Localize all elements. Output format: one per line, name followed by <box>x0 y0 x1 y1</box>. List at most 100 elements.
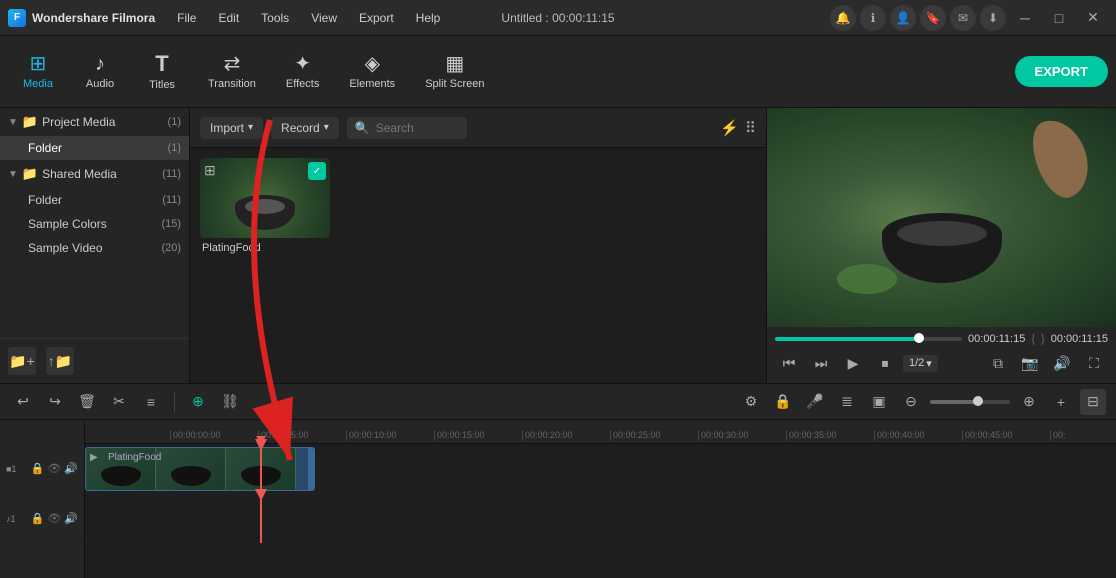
zoom-in-button[interactable]: ⊕ <box>1016 389 1042 415</box>
speaker-audio-icon[interactable]: 🔊 <box>64 512 78 525</box>
volume-button[interactable]: 🔊 <box>1048 349 1076 377</box>
menu-help[interactable]: Help <box>406 7 451 29</box>
media-toolbar: Import ▾ Record ▾ 🔍 ⚡ ⠿ <box>190 108 766 148</box>
video-clip-platingfood[interactable]: ▶ PlatingFood <box>85 447 315 491</box>
menu-file[interactable]: File <box>167 7 206 29</box>
step-back-button[interactable]: ⏭ <box>807 349 835 377</box>
ripple-button[interactable]: ⚙ <box>738 389 764 415</box>
zoom-thumb[interactable] <box>973 396 983 406</box>
clip-end-marker[interactable] <box>308 448 314 490</box>
import-label: Import <box>210 121 244 135</box>
audio-settings-button[interactable]: ≡ <box>138 389 164 415</box>
menu-view[interactable]: View <box>301 7 347 29</box>
effects-icon: ✦ <box>294 54 311 74</box>
undo-button[interactable]: ↩ <box>10 389 36 415</box>
search-box[interactable]: 🔍 <box>347 117 467 139</box>
record-arrow-icon: ▾ <box>324 122 329 133</box>
playhead[interactable] <box>260 444 262 493</box>
speed-value: 1/2 <box>909 357 924 369</box>
export-button[interactable]: EXPORT <box>1015 56 1108 87</box>
tab-media[interactable]: ⊞ Media <box>8 48 68 96</box>
preview-greens <box>837 264 897 294</box>
close-button[interactable]: ✕ <box>1078 4 1108 32</box>
minimize-button[interactable]: ─ <box>1010 4 1040 32</box>
menu-export[interactable]: Export <box>349 7 404 29</box>
progress-thumb[interactable] <box>914 333 924 343</box>
menu-tools[interactable]: Tools <box>251 7 299 29</box>
mic-button[interactable]: 🎤 <box>802 389 828 415</box>
lock-audio-icon[interactable]: 🔒 <box>31 512 45 525</box>
timeline-content: ■1 🔒 👁 🔊 ♪1 🔒 👁 🔊 00:00:00 <box>0 420 1116 578</box>
media-item-platingfood[interactable]: ⊞ ✓ PlatingFood <box>200 158 340 254</box>
link-button[interactable]: ⛓ <box>217 389 243 415</box>
panel-resize-button[interactable]: ⊟ <box>1080 389 1106 415</box>
sidebar-section-shared-media[interactable]: ▼ 📁 Shared Media (11) <box>0 160 189 188</box>
zoom-out-button[interactable]: ⊖ <box>898 389 924 415</box>
user-icon[interactable]: 👤 <box>890 5 916 31</box>
bookmark-icon[interactable]: 🔖 <box>920 5 946 31</box>
stop-button[interactable]: ⏹ <box>871 349 899 377</box>
folder-icon: 📁 <box>22 114 38 130</box>
media-panel: Import ▾ Record ▾ 🔍 ⚡ ⠿ <box>190 108 766 383</box>
download-icon[interactable]: ⬇ <box>980 5 1006 31</box>
grid-icon[interactable]: ⠿ <box>745 119 756 137</box>
pip-button[interactable]: ⧉ <box>984 349 1012 377</box>
fullscreen-button[interactable]: ⛶ <box>1080 349 1108 377</box>
tab-effects[interactable]: ✦ Effects <box>272 48 333 96</box>
zoom-track[interactable] <box>930 400 1010 404</box>
progress-track[interactable] <box>775 337 962 341</box>
clip-frame-2 <box>156 448 226 490</box>
track-area: 00:00:00:00 00:00:05:00 00:00:10:00 00:0… <box>85 420 1116 578</box>
redo-button[interactable]: ↪ <box>42 389 68 415</box>
tab-splitscreen-label: Split Screen <box>425 78 484 90</box>
add-track-button[interactable]: + <box>1048 389 1074 415</box>
magnet-button[interactable]: ⊕ <box>185 389 211 415</box>
play-button[interactable]: ▶ <box>839 349 867 377</box>
snapshot-button[interactable]: 📷 <box>1016 349 1044 377</box>
shared-folder-count: (11) <box>162 194 181 206</box>
speaker-track-icon[interactable]: 🔊 <box>64 462 78 475</box>
notification-icon[interactable]: 🔔 <box>830 5 856 31</box>
caption-button[interactable]: ≣ <box>834 389 860 415</box>
tab-audio[interactable]: ♪ Audio <box>70 48 130 96</box>
media-icon: ⊞ <box>30 54 47 74</box>
record-dropdown[interactable]: Record ▾ <box>271 117 339 139</box>
new-folder-button[interactable]: 📁+ <box>8 347 36 375</box>
bracket-end: } <box>1041 333 1045 345</box>
progress-fill <box>775 337 919 341</box>
delete-button[interactable]: 🗑 <box>74 389 100 415</box>
info-icon[interactable]: ℹ <box>860 5 886 31</box>
tab-transition[interactable]: ⇄ Transition <box>194 48 270 96</box>
lock-button[interactable]: 🔒 <box>770 389 796 415</box>
sidebar-item-folder[interactable]: Folder (1) <box>0 136 189 160</box>
preview-buttons: ⏮ ⏭ ▶ ⏹ 1/2 ▾ ⧉ 📷 🔊 ⛶ <box>775 349 1108 377</box>
main-area: ▼ 📁 Project Media (1) Folder (1) ▼ 📁 Sha… <box>0 108 1116 383</box>
search-input[interactable] <box>376 121 456 135</box>
sidebar-item-sample-video[interactable]: Sample Video (20) <box>0 236 189 260</box>
check-overlay: ✓ <box>308 162 326 180</box>
cut-button[interactable]: ✂ <box>106 389 132 415</box>
maximize-button[interactable]: □ <box>1044 4 1074 32</box>
menu-bar: File Edit Tools View Export Help <box>167 7 830 29</box>
lock-track-icon[interactable]: 🔒 <box>31 462 45 475</box>
tab-titles[interactable]: T Titles <box>132 47 192 97</box>
sidebar-item-shared-folder[interactable]: Folder (11) <box>0 188 189 212</box>
speed-selector[interactable]: 1/2 ▾ <box>903 355 938 372</box>
import-dropdown[interactable]: Import ▾ <box>200 117 263 139</box>
sidebar-section-project-media[interactable]: ▼ 📁 Project Media (1) <box>0 108 189 136</box>
skip-back-button[interactable]: ⏮ <box>775 349 803 377</box>
filter-icon[interactable]: ⚡ <box>720 119 739 137</box>
import-folder-button[interactable]: ↑📁 <box>46 347 74 375</box>
grid-icon-overlay: ⊞ <box>204 162 216 179</box>
menu-edit[interactable]: Edit <box>208 7 249 29</box>
ruler-mark-6: 00:00:30:00 <box>698 430 786 441</box>
pip2-button[interactable]: ▣ <box>866 389 892 415</box>
eye-track-icon[interactable]: 👁 <box>47 462 61 475</box>
mail-icon[interactable]: ✉ <box>950 5 976 31</box>
media-content: ⊞ ✓ PlatingFood <box>190 148 766 383</box>
tab-elements[interactable]: ◈ Elements <box>335 48 409 96</box>
titlebar: F Wondershare Filmora File Edit Tools Vi… <box>0 0 1116 36</box>
sidebar-item-sample-colors[interactable]: Sample Colors (15) <box>0 212 189 236</box>
eye-audio-icon[interactable]: 👁 <box>47 512 61 525</box>
tab-splitscreen[interactable]: ▦ Split Screen <box>411 48 498 96</box>
